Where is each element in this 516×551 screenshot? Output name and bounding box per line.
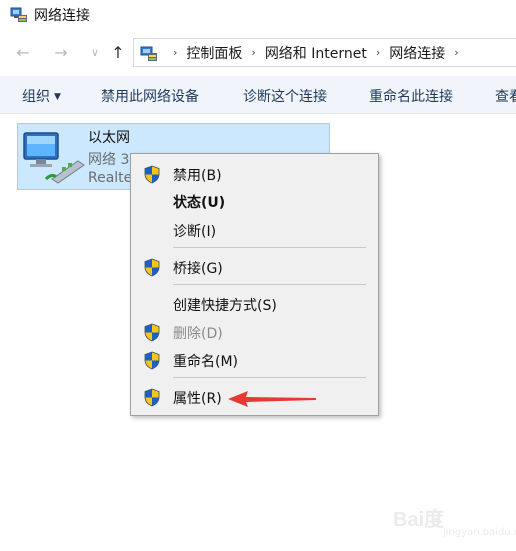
back-arrow-icon[interactable]: ← <box>12 41 34 63</box>
menu-separator <box>173 284 366 285</box>
menu-item-label: 禁用(B) <box>173 168 222 184</box>
baidu-watermark: Bai度 jingyan.baidu.com <box>393 503 516 543</box>
navigation-bar: ← → ∨ ↑ › 控制面板 › 网络和 Internet › 网络连接 › <box>0 35 516 71</box>
forward-arrow-icon[interactable]: → <box>50 41 72 63</box>
window-title: 网络连接 <box>34 8 90 24</box>
menu-separator <box>173 377 366 378</box>
breadcrumb-network-internet[interactable]: 网络和 Internet <box>265 43 367 63</box>
annotation-arrow-icon <box>228 391 316 407</box>
menu-item-label: 桥接(G) <box>173 261 223 277</box>
breadcrumb-control-panel[interactable]: 控制面板 <box>186 43 242 63</box>
address-bar[interactable]: › 控制面板 › 网络和 Internet › 网络连接 › <box>133 38 516 67</box>
watermark-url: jingyan.baidu.com <box>443 527 516 538</box>
menu-item-status[interactable]: 状态(U) <box>131 189 378 213</box>
uac-shield-icon <box>144 351 160 370</box>
view-status-button[interactable]: 查看 <box>495 86 516 106</box>
menu-item-bridge[interactable]: 桥接(G) <box>131 255 378 279</box>
organize-label: 组织 <box>22 89 50 105</box>
command-toolbar: 组织 ▼ 禁用此网络设备 诊断这个连接 重命名此连接 查看 <box>0 76 516 114</box>
title-bar: 网络连接 <box>0 0 516 32</box>
recent-locations-chevron-icon[interactable]: ∨ <box>84 41 106 63</box>
menu-item-rename[interactable]: 重命名(M) <box>131 348 378 372</box>
watermark-brand: Bai度 <box>393 509 445 531</box>
disable-device-button[interactable]: 禁用此网络设备 <box>101 86 199 106</box>
uac-shield-icon <box>144 258 160 277</box>
uac-shield-icon <box>144 165 160 184</box>
menu-item-label: 状态(U) <box>173 195 226 211</box>
menu-item-label: 创建快捷方式(S) <box>173 298 277 314</box>
menu-item-label: 删除(D) <box>173 326 223 342</box>
breadcrumb-separator-icon[interactable]: › <box>454 46 458 59</box>
organize-button[interactable]: 组织 ▼ <box>22 86 61 106</box>
ethernet-adapter-icon <box>23 132 85 184</box>
up-arrow-icon[interactable]: ↑ <box>107 41 129 63</box>
control-panel-icon <box>140 46 157 61</box>
network-connections-icon <box>10 7 27 22</box>
menu-item-label: 诊断(I) <box>173 224 217 240</box>
uac-shield-icon <box>144 323 160 342</box>
menu-item-create-shortcut[interactable]: 创建快捷方式(S) <box>131 292 378 316</box>
connection-name: 以太网 <box>88 130 130 146</box>
breadcrumb-separator-icon: › <box>173 46 178 59</box>
connection-network-status: 网络 3 <box>88 152 130 168</box>
menu-item-delete: 删除(D) <box>131 320 378 344</box>
menu-item-disable[interactable]: 禁用(B) <box>131 162 378 186</box>
diagnose-connection-button[interactable]: 诊断这个连接 <box>243 86 327 106</box>
menu-separator <box>173 247 366 248</box>
dropdown-caret-icon: ▼ <box>54 92 61 102</box>
context-menu: 禁用(B) 状态(U) 诊断(I) 桥接(G) 创建快捷方式(S) 删除(D) <box>130 153 379 416</box>
breadcrumb-separator-icon[interactable]: › <box>251 46 255 59</box>
uac-shield-icon <box>144 388 160 407</box>
menu-item-diagnose[interactable]: 诊断(I) <box>131 218 378 242</box>
rename-connection-button[interactable]: 重命名此连接 <box>369 86 453 106</box>
menu-item-label: 重命名(M) <box>173 354 239 370</box>
breadcrumb-network-connections[interactable]: 网络连接 <box>389 43 445 63</box>
menu-item-label: 属性(R) <box>173 391 222 407</box>
breadcrumb-separator-icon[interactable]: › <box>376 46 380 59</box>
